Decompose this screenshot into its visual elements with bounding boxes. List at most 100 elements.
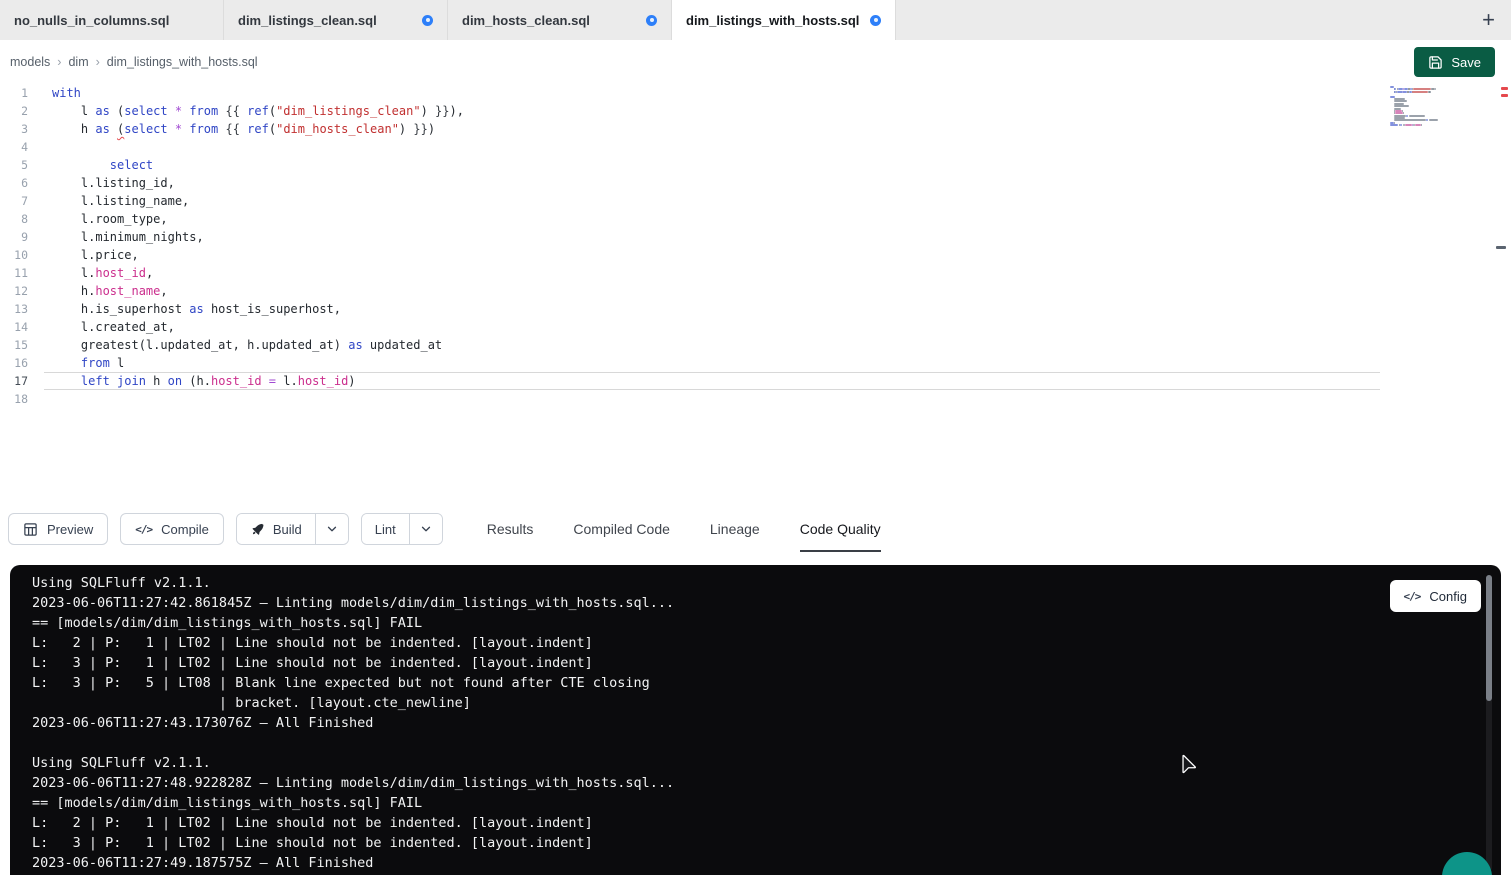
breadcrumb-item[interactable]: dim_listings_with_hosts.sql — [107, 55, 258, 69]
code-line[interactable]: 6 l.listing_id, — [0, 174, 1511, 192]
panel-tab-code-quality[interactable]: Code Quality — [800, 506, 881, 552]
panel-tab-results[interactable]: Results — [487, 506, 534, 552]
new-tab-button[interactable]: + — [1482, 9, 1495, 31]
terminal-line: L: 3 | P: 1 | LT02 | Line should not be … — [32, 833, 1501, 853]
chevron-down-icon — [325, 522, 339, 536]
lint-error-marker — [1501, 94, 1508, 97]
line-number: 1 — [0, 84, 30, 102]
line-number: 11 — [0, 264, 30, 282]
panel-tabs: Results Compiled Code Lineage Code Quality — [487, 506, 881, 552]
terminal-line: 2023-06-06T11:27:42.861845Z — Linting mo… — [32, 593, 1501, 613]
code-editor[interactable]: 1with2 l as (select * from {{ ref("dim_l… — [0, 84, 1511, 506]
editor-tab[interactable]: dim_listings_with_hosts.sql — [672, 0, 896, 40]
line-content[interactable]: l.room_type, — [30, 210, 1511, 228]
line-number: 4 — [0, 138, 30, 156]
code-line[interactable]: 14 l.created_at, — [0, 318, 1511, 336]
code-line[interactable]: 13 h.is_superhost as host_is_superhost, — [0, 300, 1511, 318]
save-label: Save — [1451, 55, 1481, 70]
terminal-line: Using SQLFluff v2.1.1. — [32, 753, 1501, 773]
line-content[interactable]: l.listing_id, — [30, 174, 1511, 192]
code-line[interactable]: 10 l.price, — [0, 246, 1511, 264]
breadcrumb-item[interactable]: models — [10, 55, 50, 69]
line-content[interactable]: greatest(l.updated_at, h.updated_at) as … — [30, 336, 1511, 354]
editor-tab[interactable]: dim_listings_clean.sql — [224, 0, 448, 40]
line-number: 5 — [0, 156, 30, 174]
code-icon: </> — [135, 523, 152, 536]
code-line[interactable]: 15 greatest(l.updated_at, h.updated_at) … — [0, 336, 1511, 354]
line-number: 8 — [0, 210, 30, 228]
line-content[interactable]: with — [30, 84, 1511, 102]
code-line[interactable]: 3 h as (select * from {{ ref("dim_hosts_… — [0, 120, 1511, 138]
line-content[interactable]: l.created_at, — [30, 318, 1511, 336]
line-number: 14 — [0, 318, 30, 336]
code-line[interactable]: 4 — [0, 138, 1511, 156]
preview-button[interactable]: Preview — [8, 513, 108, 545]
breadcrumb-item[interactable]: dim — [68, 55, 88, 69]
terminal-line: == [models/dim/dim_listings_with_hosts.s… — [32, 613, 1501, 633]
terminal-line: | bracket. [layout.cte_newline] — [32, 693, 1501, 713]
save-icon — [1428, 55, 1443, 70]
save-button[interactable]: Save — [1414, 47, 1495, 77]
line-number: 15 — [0, 336, 30, 354]
minimap[interactable] — [1390, 86, 1468, 129]
line-content[interactable] — [30, 138, 1511, 156]
breadcrumb-row: models›dim›dim_listings_with_hosts.sql S… — [0, 40, 1511, 84]
line-content[interactable]: l as (select * from {{ ref("dim_listings… — [30, 102, 1511, 120]
build-dropdown-button[interactable] — [315, 514, 348, 544]
terminal-line: L: 2 | P: 1 | LT02 | Line should not be … — [32, 813, 1501, 833]
line-content[interactable]: l.price, — [30, 246, 1511, 264]
code-line[interactable]: 5 select — [0, 156, 1511, 174]
code-line[interactable]: 18 — [0, 390, 1511, 408]
panel-tab-lineage[interactable]: Lineage — [710, 506, 760, 552]
code-icon: </> — [1404, 590, 1421, 603]
line-number: 6 — [0, 174, 30, 192]
unsaved-changes-dot-icon[interactable] — [870, 15, 881, 26]
preview-icon — [23, 522, 38, 537]
code-line[interactable]: 17 left join h on (h.host_id = l.host_id… — [0, 372, 1511, 390]
code-line[interactable]: 8 l.room_type, — [0, 210, 1511, 228]
preview-label: Preview — [47, 522, 93, 537]
line-content[interactable]: left join h on (h.host_id = l.host_id) — [30, 372, 1511, 390]
line-content[interactable]: h.host_name, — [30, 282, 1511, 300]
line-number: 18 — [0, 390, 30, 408]
build-button[interactable]: Build — [237, 514, 315, 544]
compile-button[interactable]: </> Compile — [120, 513, 224, 545]
terminal-scrollbar-track[interactable] — [1486, 575, 1492, 871]
lint-dropdown-button[interactable] — [409, 514, 442, 544]
code-line[interactable]: 2 l as (select * from {{ ref("dim_listin… — [0, 102, 1511, 120]
line-content[interactable]: l.listing_name, — [30, 192, 1511, 210]
editor-scroll-indicator[interactable] — [1496, 246, 1506, 249]
line-content[interactable] — [30, 390, 1511, 408]
line-content[interactable]: l.minimum_nights, — [30, 228, 1511, 246]
line-content[interactable]: h as (select * from {{ ref("dim_hosts_cl… — [30, 120, 1511, 138]
line-content[interactable]: l.host_id, — [30, 264, 1511, 282]
line-content[interactable]: h.is_superhost as host_is_superhost, — [30, 300, 1511, 318]
compile-label: Compile — [161, 522, 209, 537]
config-button[interactable]: </> Config — [1390, 580, 1481, 612]
code-line[interactable]: 16 from l — [0, 354, 1511, 372]
tab-label: dim_listings_clean.sql — [238, 13, 377, 28]
tab-label: dim_listings_with_hosts.sql — [686, 13, 859, 28]
minimap-line — [1390, 127, 1468, 129]
code-line[interactable]: 11 l.host_id, — [0, 264, 1511, 282]
unsaved-changes-dot-icon[interactable] — [422, 15, 433, 26]
editor-tab[interactable]: dim_hosts_clean.sql — [448, 0, 672, 40]
editor-tab[interactable]: no_nulls_in_columns.sql — [0, 0, 224, 40]
dbt-ide-app: { "tabbar": { "new_tab_label": "+", "tab… — [0, 0, 1511, 875]
breadcrumb-separator-icon: › — [96, 55, 100, 69]
line-content[interactable]: from l — [30, 354, 1511, 372]
line-content[interactable]: select — [30, 156, 1511, 174]
line-number: 9 — [0, 228, 30, 246]
lint-button[interactable]: Lint — [362, 514, 409, 544]
code-line[interactable]: 9 l.minimum_nights, — [0, 228, 1511, 246]
terminal-scrollbar-thumb[interactable] — [1486, 575, 1492, 701]
build-label: Build — [273, 522, 302, 537]
unsaved-changes-dot-icon[interactable] — [646, 15, 657, 26]
terminal-line: 2023-06-06T11:27:49.187575Z — All Finish… — [32, 853, 1501, 873]
code-line[interactable]: 1with — [0, 84, 1511, 102]
line-number: 16 — [0, 354, 30, 372]
panel-tab-compiled-code[interactable]: Compiled Code — [573, 506, 670, 552]
code-line[interactable]: 12 h.host_name, — [0, 282, 1511, 300]
line-number: 17 — [0, 372, 30, 390]
code-line[interactable]: 7 l.listing_name, — [0, 192, 1511, 210]
